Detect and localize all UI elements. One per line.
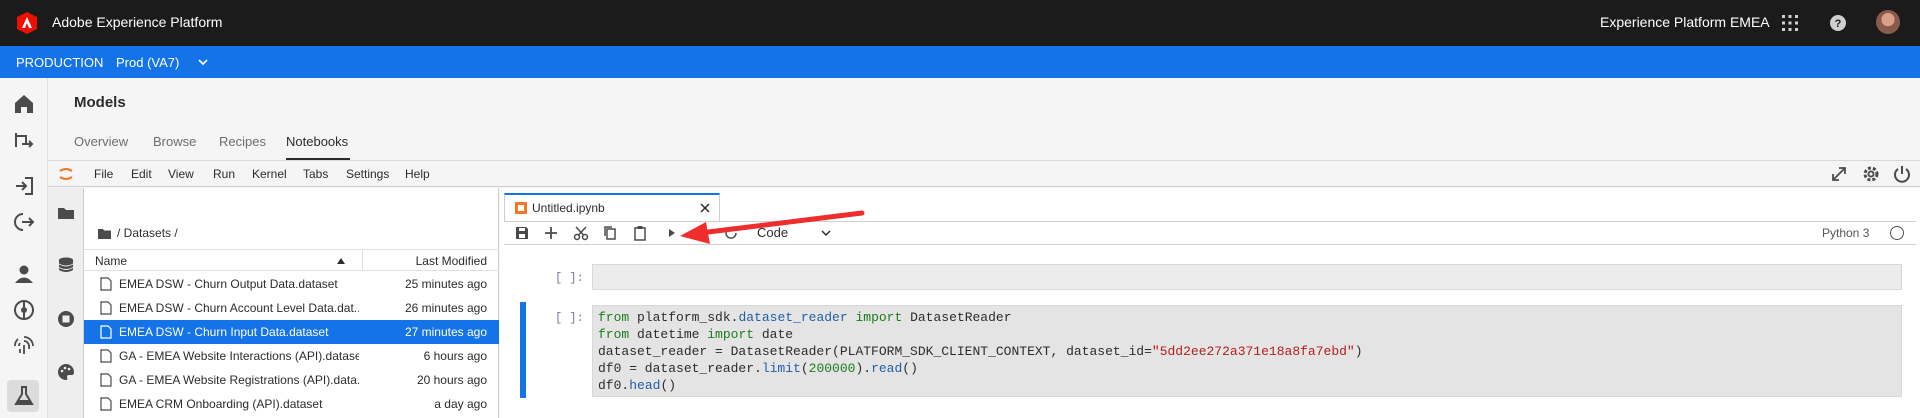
adobe-logo-icon[interactable] bbox=[15, 11, 39, 35]
menu-kernel[interactable]: Kernel bbox=[252, 167, 287, 181]
run-cell-icon[interactable] bbox=[664, 225, 680, 241]
copy-icon[interactable] bbox=[602, 225, 618, 241]
file-modified: 27 minutes ago bbox=[404, 325, 487, 339]
tab-overview[interactable]: Overview bbox=[74, 134, 128, 149]
file-name: EMEA CRM Onboarding (API).dataset bbox=[119, 397, 323, 411]
code-line: df0.head() bbox=[598, 378, 677, 393]
code-line: dataset_reader = DatasetReader(PLATFORM_… bbox=[598, 344, 1363, 359]
file-name: EMEA DSW - Churn Account Level Data.dat.… bbox=[119, 301, 359, 315]
expand-icon[interactable] bbox=[1829, 164, 1849, 184]
menu-tabs[interactable]: Tabs bbox=[303, 167, 328, 181]
menu-file[interactable]: File bbox=[94, 167, 113, 181]
folder-icon bbox=[98, 228, 111, 239]
code-line: from platform_sdk.dataset_reader import … bbox=[598, 310, 1012, 325]
gear-icon[interactable] bbox=[1861, 164, 1881, 184]
destinations-icon[interactable] bbox=[12, 210, 36, 234]
cut-icon[interactable] bbox=[573, 225, 589, 241]
file-modified: 6 hours ago bbox=[423, 349, 487, 363]
file-row[interactable]: EMEA DSW - Churn Input Data.dataset 27 mi… bbox=[84, 320, 499, 344]
menu-run[interactable]: Run bbox=[213, 167, 235, 181]
file-row[interactable]: EMEA CRM Onboarding (API).dataset a day a… bbox=[84, 392, 499, 416]
file-name: EMEA DSW - Churn Output Data.dataset bbox=[119, 277, 338, 291]
jupyter-logo-icon bbox=[59, 168, 73, 180]
file-icon bbox=[100, 325, 112, 339]
notebook-icon bbox=[515, 202, 527, 214]
file-name: GA - EMEA Website Interactions (API).dat… bbox=[119, 349, 359, 363]
menu-settings[interactable]: Settings bbox=[346, 167, 389, 181]
file-row[interactable]: GA - EMEA Website Interactions (API).dat… bbox=[84, 344, 499, 368]
cell-prompt: [ ]: bbox=[555, 271, 584, 285]
kernel-name[interactable]: Python 3 bbox=[1822, 226, 1869, 240]
app-title[interactable]: Adobe Experience Platform bbox=[52, 14, 222, 30]
file-name: GA - EMEA Website Registrations (API).da… bbox=[119, 373, 359, 387]
jupyter-menubar bbox=[48, 161, 1920, 187]
sandbox-switcher[interactable]: Prod (VA7) bbox=[116, 55, 179, 70]
tab-recipes[interactable]: Recipes bbox=[219, 134, 266, 149]
flask-icon[interactable] bbox=[12, 384, 36, 408]
menu-edit[interactable]: Edit bbox=[131, 167, 152, 181]
top-bar: Adobe Experience Platform Experience Pla… bbox=[0, 0, 1920, 46]
kernel-status-icon bbox=[1890, 226, 1904, 240]
file-modified: 25 minutes ago bbox=[404, 277, 487, 291]
breadcrumb[interactable]: / Datasets / bbox=[98, 226, 178, 240]
file-name: EMEA DSW - Churn Input Data.dataset bbox=[119, 325, 329, 339]
file-icon bbox=[100, 373, 112, 387]
code-line: df0 = dataset_reader.limit(200000).read(… bbox=[598, 361, 918, 376]
file-icon bbox=[100, 277, 112, 291]
annotation-arrow bbox=[680, 210, 865, 244]
folder-icon[interactable] bbox=[56, 203, 76, 223]
file-row[interactable]: GA - EMEA Website Registrations (API).da… bbox=[84, 368, 499, 392]
palette-icon[interactable] bbox=[56, 362, 76, 382]
column-separator bbox=[362, 250, 363, 270]
file-icon bbox=[100, 301, 112, 315]
file-modified: 26 minutes ago bbox=[404, 301, 487, 315]
left-nav-rail bbox=[0, 78, 48, 418]
sandbox-bar: PRODUCTION Prod (VA7) bbox=[0, 46, 1920, 78]
cell-prompt: [ ]: bbox=[555, 311, 584, 325]
app-switcher-icon[interactable] bbox=[1781, 14, 1799, 32]
running-kernels-icon[interactable] bbox=[56, 309, 76, 329]
svg-text:?: ? bbox=[1835, 18, 1842, 30]
menu-help[interactable]: Help bbox=[405, 167, 430, 181]
paste-icon[interactable] bbox=[632, 225, 648, 241]
avatar[interactable] bbox=[1876, 10, 1900, 34]
segments-icon[interactable] bbox=[12, 298, 36, 322]
database-icon[interactable] bbox=[56, 255, 76, 275]
file-row[interactable]: EMEA DSW - Churn Account Level Data.dat.… bbox=[84, 296, 499, 320]
environment-label: PRODUCTION bbox=[16, 55, 104, 70]
org-switcher[interactable]: Experience Platform EMEA bbox=[1600, 14, 1770, 30]
file-icon bbox=[100, 397, 112, 411]
profiles-icon[interactable] bbox=[12, 262, 36, 286]
file-list-header: Name Last Modified bbox=[84, 249, 499, 271]
save-icon[interactable] bbox=[514, 225, 530, 241]
help-icon[interactable]: ? bbox=[1829, 14, 1847, 32]
sources-icon[interactable] bbox=[12, 174, 36, 198]
file-modified: 20 hours ago bbox=[416, 373, 487, 387]
file-row[interactable]: EMEA DSW - Churn Output Data.dataset 25 m… bbox=[84, 272, 499, 296]
identities-icon[interactable] bbox=[12, 334, 36, 358]
power-icon[interactable] bbox=[1892, 164, 1912, 184]
tab-notebooks[interactable]: Notebooks bbox=[286, 134, 348, 149]
menu-view[interactable]: View bbox=[168, 167, 194, 181]
code-cell-empty[interactable] bbox=[592, 264, 1902, 290]
file-icon bbox=[100, 349, 112, 363]
file-modified: a day ago bbox=[434, 397, 487, 411]
page-title: Models bbox=[74, 94, 126, 111]
sort-asc-icon[interactable] bbox=[336, 257, 346, 265]
chevron-down-icon[interactable] bbox=[197, 56, 209, 68]
column-name[interactable]: Name bbox=[95, 254, 127, 268]
column-last-modified[interactable]: Last Modified bbox=[416, 254, 487, 268]
workflows-icon[interactable] bbox=[12, 128, 36, 152]
add-cell-icon[interactable] bbox=[543, 225, 559, 241]
tab-browse[interactable]: Browse bbox=[153, 134, 196, 149]
code-line: from datetime import date bbox=[598, 327, 794, 342]
active-cell-indicator bbox=[520, 302, 526, 398]
notebook-tab-name: Untitled.ipynb bbox=[532, 201, 605, 215]
breadcrumb-path[interactable]: / Datasets / bbox=[117, 226, 178, 240]
home-icon[interactable] bbox=[12, 92, 36, 116]
